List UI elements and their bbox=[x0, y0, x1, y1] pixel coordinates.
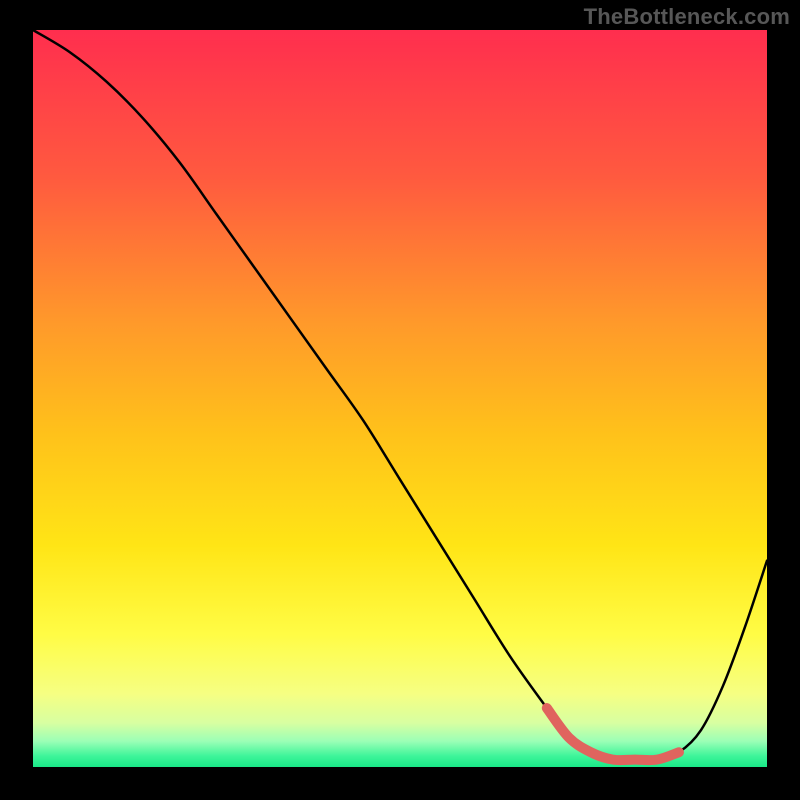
watermark-text: TheBottleneck.com bbox=[584, 4, 790, 30]
chart-frame: TheBottleneck.com bbox=[0, 0, 800, 800]
bottleneck-chart bbox=[0, 0, 800, 800]
plot-background bbox=[33, 30, 767, 767]
